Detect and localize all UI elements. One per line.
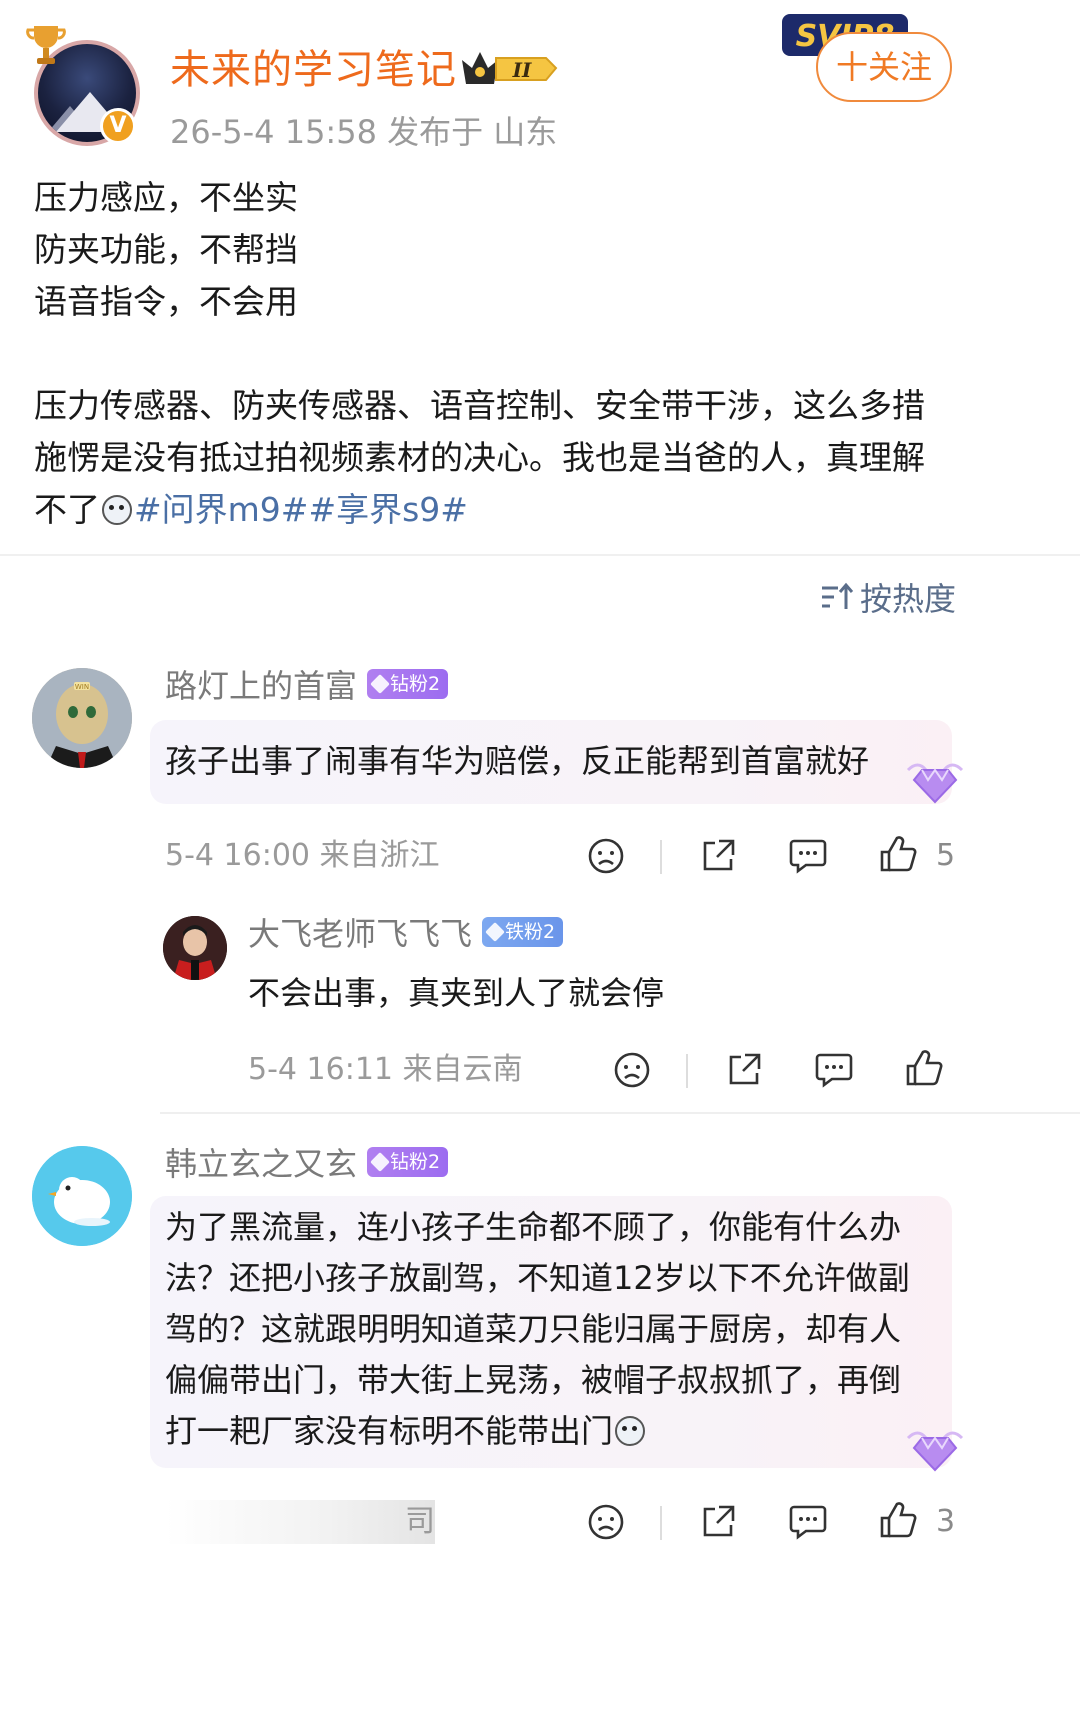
- follow-label: 十关注: [835, 48, 932, 86]
- comment-username[interactable]: 韩立玄之又玄 钻粉2: [165, 1144, 449, 1184]
- share-icon[interactable]: [698, 836, 738, 876]
- fan-badge: 铁粉2: [482, 917, 564, 947]
- post-line: 语音指令，不会用: [34, 282, 298, 321]
- fan-badge: 钻粉2: [367, 669, 449, 699]
- fan-badge-label: 铁粉2: [505, 921, 556, 943]
- comment-line: 偏偏带出门，带大街上晃荡，被帽子叔叔抓了，再倒: [165, 1361, 902, 1399]
- reply-meta: 5-4 16:11 来自云南: [248, 1052, 523, 1087]
- action-separator: [660, 1506, 662, 1540]
- fan-badge: 钻粉2: [367, 1147, 449, 1177]
- comment-line: 法？还把小孩子放副驾，不知道12岁以下不允许做副: [165, 1259, 910, 1297]
- hashtag-link[interactable]: #问界m9##享界s9#: [134, 490, 468, 529]
- comment-bubble: 为了黑流量，连小孩子生命都不顾了，你能有什么办 法？还把小孩子放副驾，不知道12…: [150, 1196, 952, 1468]
- post-line: 施愣是没有抵过拍视频素材的决心。我也是当爸的人，真理解: [34, 438, 925, 477]
- section-divider: [0, 554, 1080, 556]
- comment-icon[interactable]: [788, 1502, 828, 1542]
- dislike-face-icon[interactable]: [586, 836, 626, 876]
- diamond-decoration-icon: [906, 763, 964, 804]
- comment-divider: [160, 1112, 1080, 1114]
- trophy-icon: [26, 26, 66, 64]
- action-separator: [660, 840, 662, 874]
- sad-panda-emoji-icon: [615, 1416, 646, 1446]
- comment-meta: 司: [405, 1504, 435, 1539]
- comment-meta: 5-4 16:00 来自浙江: [165, 838, 440, 873]
- like-count: 5: [936, 838, 956, 873]
- avatar-illustration: [32, 1146, 132, 1246]
- action-separator: [686, 1054, 688, 1088]
- username-text[interactable]: 路灯上的首富: [165, 667, 357, 705]
- comment-text: 为了黑流量，连小孩子生命都不顾了，你能有什么办 法？还把小孩子放副驾，不知道12…: [165, 1202, 910, 1457]
- comment-meta-obscured: 司: [165, 1500, 435, 1544]
- sad-panda-emoji-icon: [102, 495, 132, 525]
- diamond-icon: [370, 674, 390, 694]
- avatar-illustration: [163, 916, 227, 980]
- sort-toggle[interactable]: 按热度: [820, 574, 956, 620]
- verified-v-icon: V: [100, 108, 136, 144]
- comment-line: 驾的？这就跟明明知道菜刀只能归属于厨房，却有人: [165, 1310, 902, 1348]
- comment-icon[interactable]: [814, 1050, 854, 1090]
- post-body: 压力感应，不坐实 防夹功能，不帮挡 语音指令，不会用 压力传感器、防夹传感器、语…: [34, 172, 1044, 536]
- like-count: 3: [936, 1504, 956, 1539]
- diamond-decoration-icon: [906, 1431, 964, 1472]
- comment-username[interactable]: 路灯上的首富 钻粉2: [165, 666, 449, 706]
- username-text[interactable]: 韩立玄之又玄: [165, 1145, 357, 1183]
- diamond-icon: [370, 1152, 390, 1172]
- author-name[interactable]: 未来的学习笔记: [170, 44, 457, 96]
- like-icon[interactable]: [878, 834, 918, 874]
- comment-line-last: 打一耙厂家没有标明不能带出门: [165, 1406, 910, 1457]
- dislike-face-icon[interactable]: [586, 1502, 626, 1542]
- crown-level-icon: II: [462, 52, 558, 84]
- comment-icon[interactable]: [788, 836, 828, 876]
- post-line-last: 不了 #问界m9##享界s9#: [34, 484, 1044, 536]
- reply-text: 不会出事，真夹到人了就会停: [248, 974, 665, 1012]
- share-icon[interactable]: [724, 1050, 764, 1090]
- fan-badge-label: 钻粉2: [390, 673, 441, 695]
- like-icon[interactable]: [878, 1500, 918, 1540]
- username-text[interactable]: 大飞老师飞飞飞: [248, 915, 472, 953]
- post-line: 压力传感器、防夹传感器、语音控制、安全带干涉，这么多措: [34, 386, 925, 425]
- like-icon[interactable]: [904, 1048, 944, 1088]
- dislike-face-icon[interactable]: [612, 1050, 652, 1090]
- post-line: 防夹功能，不帮挡: [34, 230, 298, 269]
- avatar-illustration: WIN: [32, 668, 132, 768]
- share-icon[interactable]: [698, 1502, 738, 1542]
- sort-icon: [822, 582, 854, 609]
- comment-text: 孩子出事了闹事有华为赔偿，反正能帮到首富就好: [165, 742, 870, 780]
- diamond-icon: [485, 922, 505, 942]
- comment-avatar[interactable]: [32, 1146, 132, 1246]
- comment-line: 打一耙厂家没有标明不能带出门: [165, 1412, 614, 1450]
- level-text: II: [512, 58, 532, 82]
- fan-badge-label: 钻粉2: [390, 1151, 441, 1173]
- post-meta: 26-5-4 15:58 发布于 山东: [170, 113, 558, 151]
- reply-avatar[interactable]: [163, 916, 227, 980]
- comment-avatar[interactable]: WIN: [32, 668, 132, 768]
- svg-text:WIN: WIN: [75, 683, 89, 691]
- comment-line: 为了黑流量，连小孩子生命都不顾了，你能有什么办: [165, 1208, 902, 1246]
- post-line: 压力感应，不坐实: [34, 178, 298, 217]
- comment-bubble: 孩子出事了闹事有华为赔偿，反正能帮到首富就好: [150, 720, 952, 804]
- sort-label: 按热度: [860, 580, 957, 618]
- follow-button[interactable]: 十关注: [816, 32, 952, 102]
- post-text: 不了: [34, 490, 100, 529]
- reply-username[interactable]: 大飞老师飞飞飞 铁粉2: [248, 914, 564, 954]
